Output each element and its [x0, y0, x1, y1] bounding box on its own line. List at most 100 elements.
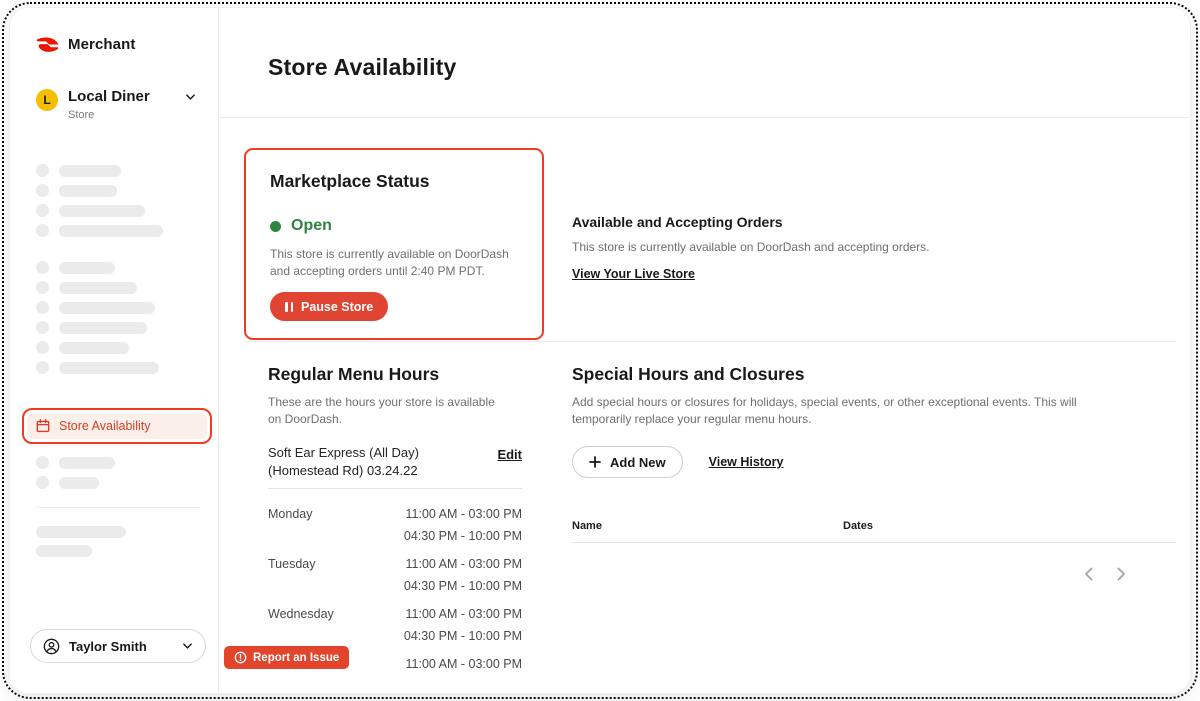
doordash-logo-icon: [36, 37, 60, 53]
skeleton-icon: [36, 321, 49, 334]
skeleton-bar: [59, 281, 137, 294]
skeleton-icon: [36, 301, 49, 314]
prev-page-button[interactable]: [1080, 563, 1097, 585]
nav-skeleton-group: [36, 164, 206, 237]
schedule-day: Monday: [268, 507, 313, 521]
special-hours-table-header: Name Dates: [572, 520, 1176, 543]
skeleton-icon: [36, 224, 49, 237]
sidebar-nav-item-skeleton[interactable]: [36, 476, 206, 489]
sidebar-item-store-availability[interactable]: Store Availability: [27, 413, 207, 439]
skeleton-bar: [59, 456, 115, 469]
schedule-row: Tuesday 11:00 AM - 03:00 PM 04:30 PM - 10:…: [268, 553, 522, 597]
page-header: Store Availability: [218, 8, 1190, 118]
skeleton-icon: [36, 476, 49, 489]
schedule-times: 11:00 AM - 03:00 PM 04:30 PM - 10:00 PM: [403, 557, 522, 593]
add-new-button[interactable]: Add New: [572, 446, 683, 478]
sidebar-nav-item-skeleton[interactable]: [36, 281, 206, 294]
chevron-down-icon: [185, 93, 196, 121]
store-name: Local Diner: [68, 88, 150, 105]
skeleton-icon: [36, 361, 49, 374]
main-content: Store Availability Marketplace Status Op…: [218, 8, 1190, 680]
sidebar-nav-item-skeleton[interactable]: [36, 526, 206, 538]
sidebar-nav-item-skeleton[interactable]: [36, 301, 206, 314]
nav-skeleton-group: [36, 456, 206, 489]
column-header-name: Name: [572, 520, 602, 532]
skeleton-bar: [59, 301, 155, 314]
plus-icon: [589, 456, 601, 468]
special-hours-heading: Special Hours and Closures: [572, 364, 805, 384]
status-dot-icon: [270, 220, 281, 232]
pause-store-label: Pause Store: [301, 299, 374, 314]
view-history-link[interactable]: View History: [709, 455, 784, 469]
skeleton-bar: [59, 204, 145, 217]
accepting-orders-description: This store is currently available on Doo…: [572, 240, 930, 254]
user-menu[interactable]: Taylor Smith: [30, 629, 206, 663]
active-nav-highlight: Store Availability: [22, 408, 212, 444]
sidebar-nav-item-skeleton[interactable]: [36, 321, 206, 334]
report-issue-label: Report an Issue: [253, 651, 340, 664]
report-issue-button[interactable]: Report an Issue: [224, 646, 350, 669]
chevron-down-icon: [182, 642, 193, 650]
regular-hours-heading: Regular Menu Hours: [268, 364, 440, 384]
status-open-label: Open: [291, 217, 332, 234]
skeleton-bar: [59, 224, 163, 237]
user-name: Taylor Smith: [69, 638, 147, 654]
sidebar-nav-item-skeleton[interactable]: [36, 361, 206, 374]
brand: Merchant: [36, 36, 135, 53]
calendar-icon: [36, 419, 50, 433]
schedule-times: 11:00 AM - 03:00 PM 04:30 PM - 10:00 PM: [403, 607, 522, 643]
accepting-orders-heading: Available and Accepting Orders: [572, 214, 783, 230]
schedule-day: Tuesday: [268, 557, 316, 571]
sidebar-nav-item-skeleton[interactable]: [36, 204, 206, 217]
skeleton-bar: [36, 526, 126, 538]
skeleton-bar: [59, 184, 117, 197]
sidebar-nav-item-skeleton[interactable]: [36, 341, 206, 354]
store-meta: Local Diner Store: [68, 88, 150, 121]
person-circle-icon: [43, 638, 60, 655]
skeleton-icon: [36, 261, 49, 274]
regular-menu-hours-section: Regular Menu Hours These are the hours y…: [268, 364, 522, 680]
menu-row: Soft Ear Express (All Day) (Homestead Rd…: [268, 444, 522, 479]
sidebar-nav-item-skeleton[interactable]: [36, 164, 206, 177]
nav-skeleton-group: [36, 261, 206, 374]
pause-store-button[interactable]: Pause Store: [270, 292, 389, 321]
skeleton-bar: [59, 361, 159, 374]
sidebar-nav-item-skeleton[interactable]: [36, 261, 206, 274]
skeleton-icon: [36, 204, 49, 217]
accepting-orders-panel: Available and Accepting Orders This stor…: [572, 214, 1152, 283]
store-type-label: Store: [68, 109, 95, 121]
column-header-dates: Dates: [843, 520, 873, 532]
alert-icon: [234, 651, 247, 664]
store-selector[interactable]: L Local Diner Store: [36, 88, 196, 121]
store-avatar: L: [36, 89, 58, 111]
edit-menu-link[interactable]: Edit: [497, 447, 522, 479]
skeleton-icon: [36, 341, 49, 354]
add-new-label: Add New: [610, 454, 666, 470]
skeleton-icon: [36, 281, 49, 294]
next-page-button[interactable]: [1113, 563, 1130, 585]
view-live-store-link[interactable]: View Your Live Store: [572, 267, 695, 281]
skeleton-bar: [59, 321, 147, 334]
menu-name: Soft Ear Express (All Day) (Homestead Rd…: [268, 445, 419, 478]
schedule-times: 11:00 AM - 03:00 PM: [405, 657, 523, 671]
page-title: Store Availability: [268, 54, 457, 80]
marketplace-status-card: Marketplace Status Open This store is cu…: [244, 148, 544, 340]
special-hours-section: Special Hours and Closures Add special h…: [572, 364, 1176, 585]
skeleton-bar: [36, 545, 92, 557]
section-divider: [244, 341, 1176, 342]
skeleton-icon: [36, 164, 49, 177]
schedule-row: Wednesday 11:00 AM - 03:00 PM 04:30 PM - 1…: [268, 603, 522, 647]
menu-divider: [268, 488, 522, 489]
sidebar-nav-item-skeleton[interactable]: [36, 224, 206, 237]
pause-icon: [285, 301, 293, 312]
skeleton-bar: [59, 341, 129, 354]
marketplace-status-heading: Marketplace Status: [270, 171, 430, 191]
sidebar-item-label: Store Availability: [59, 419, 151, 433]
sidebar-nav-item-skeleton[interactable]: [36, 184, 206, 197]
sidebar-nav-item-skeleton[interactable]: [36, 456, 206, 469]
skeleton-icon: [36, 184, 49, 197]
schedule-row: Monday 11:00 AM - 03:00 PM 04:30 PM - 10:0…: [268, 503, 522, 547]
app-window: Merchant L Local Diner Store Store Avail…: [10, 8, 1190, 693]
sidebar-nav-item-skeleton[interactable]: [36, 545, 206, 557]
special-hours-actions: Add New View History: [572, 446, 1176, 478]
